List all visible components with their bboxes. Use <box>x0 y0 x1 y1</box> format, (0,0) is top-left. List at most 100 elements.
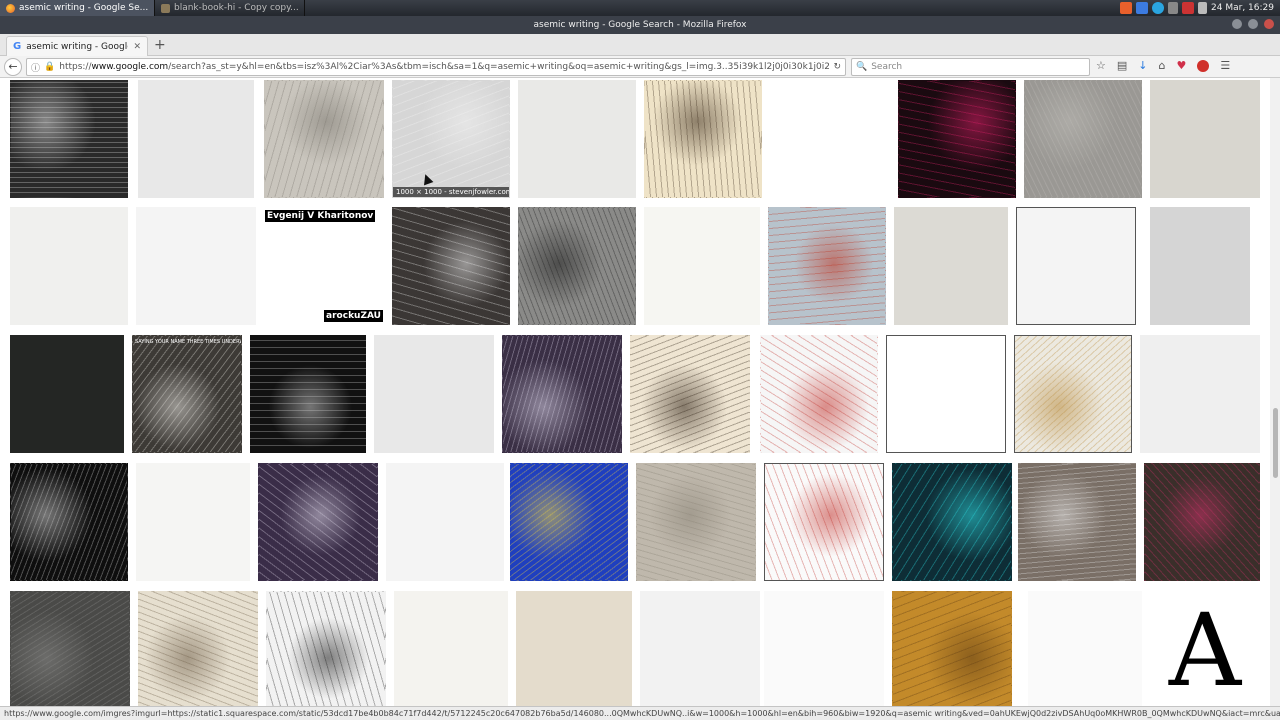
image-result-thumbnail[interactable] <box>892 463 1012 581</box>
tab-google-search[interactable]: G asemic writing - Google ... ✕ <box>6 36 148 56</box>
downloads-icon[interactable]: ↓ <box>1138 59 1147 72</box>
image-result-thumbnail[interactable] <box>250 335 366 453</box>
image-result-thumbnail[interactable] <box>644 80 762 198</box>
image-result-thumbnail[interactable] <box>392 207 510 325</box>
image-result-thumbnail[interactable] <box>510 463 628 581</box>
search-placeholder: Search <box>871 62 903 72</box>
image-result-thumbnail[interactable] <box>770 80 890 198</box>
image-result-thumbnail[interactable] <box>518 80 636 198</box>
image-result-thumbnail[interactable]: 1000 × 1000 - stevenjfowler.com <box>392 80 510 198</box>
image-result-thumbnail[interactable]: Evgenij V Kharitonov arockuZAU <box>264 207 384 325</box>
image-result-thumbnail[interactable] <box>898 80 1016 198</box>
home-icon[interactable]: ⌂ <box>1159 59 1166 72</box>
search-input[interactable]: 🔍 Search <box>851 58 1090 76</box>
image-result-thumbnail[interactable] <box>630 335 750 453</box>
lock-icon: 🔒 <box>44 62 56 72</box>
google-favicon-icon: G <box>13 41 22 52</box>
image-result-thumbnail[interactable] <box>1016 207 1136 325</box>
pocket-icon[interactable]: ♥ <box>1176 59 1186 72</box>
image-result-thumbnail[interactable] <box>518 207 636 325</box>
image-result-thumbnail[interactable] <box>266 591 386 706</box>
window-titlebar: asemic writing - Google Search - Mozilla… <box>0 16 1280 34</box>
adblock-icon[interactable] <box>1197 59 1210 72</box>
speaker-icon[interactable] <box>1198 2 1208 14</box>
image-result-thumbnail[interactable] <box>894 207 1008 325</box>
image-result-thumbnail[interactable] <box>10 207 128 325</box>
tab-label: asemic writing - Google ... <box>26 41 128 52</box>
taskbar-item-image-editor[interactable]: blank-book-hi - Copy copy... <box>155 0 305 16</box>
image-result-thumbnail[interactable] <box>138 80 254 198</box>
menu-icon[interactable]: ☰ <box>1220 59 1230 72</box>
url-text[interactable]: https://www.google.com/search?as_st=y&hl… <box>59 62 829 72</box>
clock[interactable]: 24 Mar, 16:29 <box>1211 3 1274 13</box>
os-taskbar: asemic writing - Google Se... blank-book… <box>0 0 1280 16</box>
taskbar-item-firefox[interactable]: asemic writing - Google Se... <box>0 0 155 16</box>
chrome-tray-icon[interactable] <box>1136 2 1149 14</box>
image-result-thumbnail[interactable]: SAYING YOUR NAME THREE TIMES UNDERWATER <box>132 335 242 453</box>
firefox-tray-icon[interactable] <box>1120 2 1133 14</box>
chat-tray-icon[interactable] <box>1152 2 1165 14</box>
navigation-toolbar: ← ⓘ 🔒 https://www.google.com/search?as_s… <box>0 56 1280 78</box>
image-result-thumbnail[interactable] <box>1150 207 1250 325</box>
scrollbar[interactable] <box>1270 78 1280 706</box>
reload-icon[interactable]: ↻ <box>833 62 841 72</box>
network-icon[interactable] <box>1168 2 1179 14</box>
image-result-thumbnail[interactable] <box>10 591 130 706</box>
image-result-thumbnail[interactable] <box>258 463 378 581</box>
taskbar-item-label: asemic writing - Google Se... <box>19 3 149 13</box>
image-result-thumbnail[interactable] <box>644 207 760 325</box>
image-result-thumbnail[interactable] <box>136 207 256 325</box>
back-button[interactable]: ← <box>4 58 22 76</box>
url-path: /search?as_st=y&hl=en&tbs=isz%3Al%2Ciar%… <box>168 62 830 72</box>
image-result-thumbnail[interactable] <box>1018 463 1136 581</box>
bookmark-star-icon[interactable]: ☆ <box>1096 59 1106 72</box>
image-result-thumbnail[interactable] <box>892 591 1012 706</box>
image-result-thumbnail[interactable] <box>264 80 384 198</box>
toolbar-icons: ☆ ▤ ↓ ⌂ ♥ ☰ <box>1096 59 1230 72</box>
image-result-thumbnail[interactable] <box>636 463 756 581</box>
image-result-thumbnail[interactable] <box>1028 591 1142 706</box>
image-result-thumbnail[interactable] <box>10 80 128 198</box>
address-bar[interactable]: ⓘ 🔒 https://www.google.com/search?as_st=… <box>26 58 846 76</box>
taskbar-item-label: blank-book-hi - Copy copy... <box>174 3 299 13</box>
image-result-thumbnail[interactable] <box>1024 80 1142 198</box>
image-result-thumbnail[interactable] <box>768 207 886 325</box>
image-overlay-subtitle: arockuZAU <box>324 310 383 322</box>
image-result-thumbnail[interactable] <box>386 463 504 581</box>
minimize-button[interactable] <box>1232 19 1242 29</box>
image-result-thumbnail[interactable] <box>10 463 128 581</box>
url-domain: www.google.com <box>91 62 169 72</box>
status-bar: https://www.google.com/imgres?imgurl=htt… <box>0 706 1280 720</box>
image-result-thumbnail[interactable] <box>10 335 124 453</box>
image-result-thumbnail[interactable] <box>136 463 250 581</box>
image-result-thumbnail[interactable] <box>374 335 494 453</box>
image-result-thumbnail[interactable] <box>764 463 884 581</box>
firefox-icon <box>6 3 15 13</box>
image-result-thumbnail[interactable] <box>502 335 622 453</box>
image-editor-icon <box>161 3 170 13</box>
close-tab-icon[interactable]: ✕ <box>133 42 141 52</box>
image-result-thumbnail[interactable] <box>1014 335 1132 453</box>
close-button[interactable] <box>1264 19 1274 29</box>
new-tab-button[interactable]: + <box>154 37 166 53</box>
maximize-button[interactable] <box>1248 19 1258 29</box>
image-result-thumbnail[interactable] <box>640 591 760 706</box>
image-result-thumbnail[interactable] <box>760 335 878 453</box>
tab-strip: G asemic writing - Google ... ✕ + <box>0 34 1280 56</box>
image-result-thumbnail[interactable] <box>1140 335 1260 453</box>
image-result-thumbnail[interactable] <box>886 335 1006 453</box>
scrollbar-thumb[interactable] <box>1273 408 1278 478</box>
info-icon[interactable]: ⓘ <box>31 61 40 74</box>
window-title: asemic writing - Google Search - Mozilla… <box>533 20 747 30</box>
url-prefix: https:// <box>59 62 92 72</box>
image-result-thumbnail[interactable] <box>1150 80 1260 198</box>
search-icon: 🔍 <box>856 62 868 72</box>
image-result-thumbnail[interactable] <box>394 591 508 706</box>
image-result-thumbnail[interactable]: A <box>1150 591 1260 706</box>
image-result-thumbnail[interactable] <box>516 591 632 706</box>
image-result-thumbnail[interactable] <box>1144 463 1260 581</box>
image-result-thumbnail[interactable] <box>138 591 258 706</box>
camera-icon[interactable] <box>1182 2 1195 14</box>
reading-list-icon[interactable]: ▤ <box>1117 59 1127 72</box>
image-result-thumbnail[interactable] <box>764 591 884 706</box>
